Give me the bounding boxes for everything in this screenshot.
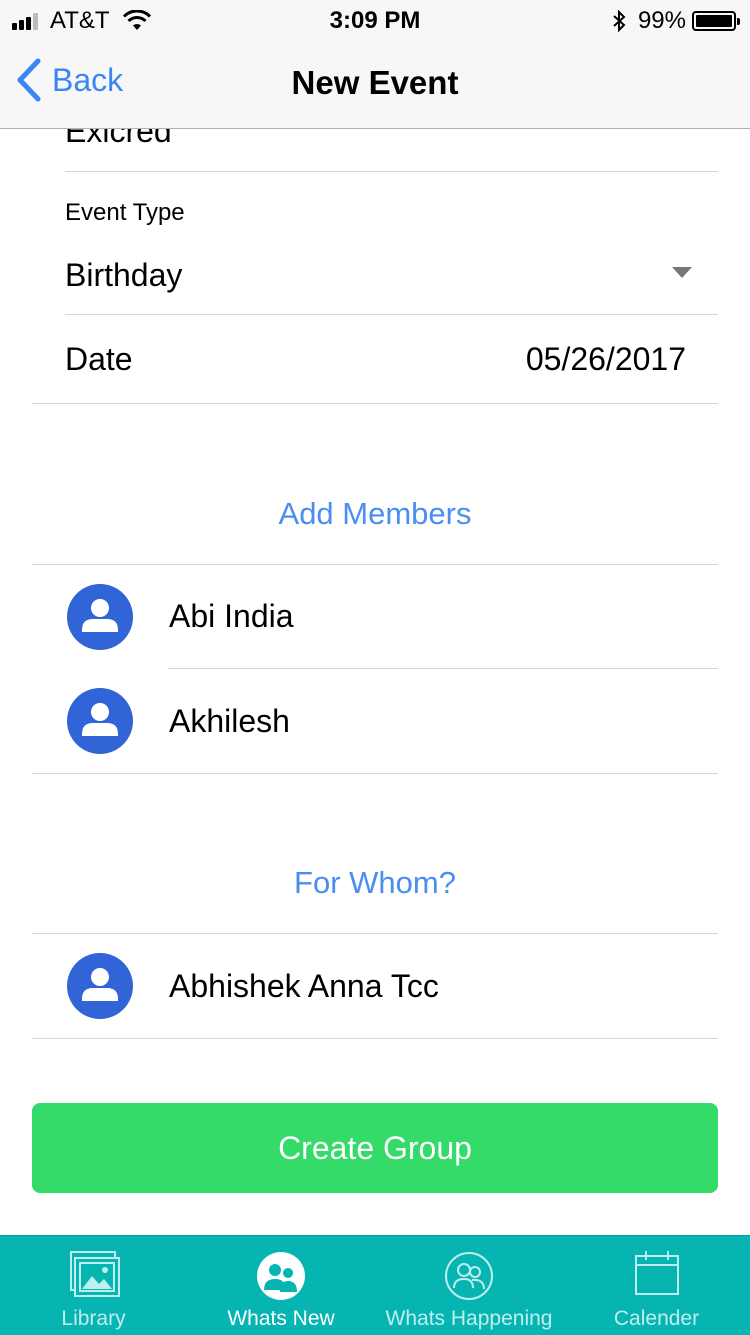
avatar-icon [67, 953, 133, 1019]
divider [65, 171, 718, 172]
member-name: Abi India [169, 598, 294, 634]
for-whom-link[interactable]: For Whom? [0, 865, 750, 901]
whats-new-icon [257, 1252, 305, 1300]
divider [32, 773, 718, 774]
tab-label: Calender [613, 1307, 700, 1330]
event-name-field[interactable]: Exicred [65, 129, 172, 150]
battery-fill [696, 15, 732, 27]
tab-whats-happening[interactable]: Whats Happening [375, 1236, 563, 1335]
member-name: Abhishek Anna Tcc [169, 968, 439, 1004]
library-icon [69, 1251, 120, 1297]
tab-label: Whats Happening [385, 1307, 553, 1330]
status-right: 99% [612, 7, 740, 35]
tab-label: Whats New [227, 1307, 335, 1330]
add-members-link[interactable]: Add Members [0, 496, 750, 532]
for-whom-row[interactable]: Abhishek Anna Tcc [32, 934, 718, 1038]
event-type-select[interactable]: Birthday [65, 249, 718, 309]
tab-bar: Library Whats New Whats Happening Calend… [0, 1235, 750, 1335]
bluetooth-icon [613, 10, 626, 32]
dropdown-arrow-icon [672, 267, 692, 278]
member-row[interactable]: Abi India [32, 565, 718, 668]
page-title: New Event [291, 64, 459, 101]
divider [32, 403, 718, 404]
nav-bar: Back New Event [0, 40, 750, 129]
event-type-value: Birthday [65, 257, 183, 293]
battery-icon [692, 11, 740, 31]
status-bar: AT&T 3:09 PM 99% [0, 0, 750, 40]
member-name: Akhilesh [169, 703, 290, 739]
tab-calender[interactable]: Calender [563, 1236, 750, 1335]
date-value: 05/26/2017 [525, 341, 686, 377]
date-label: Date [65, 341, 133, 377]
create-group-button[interactable]: Create Group [32, 1103, 718, 1193]
avatar-icon [67, 584, 133, 650]
member-row[interactable]: Akhilesh [32, 669, 718, 773]
event-type-label: Event Type [65, 199, 185, 226]
tab-label: Library [61, 1307, 126, 1330]
whats-happening-icon [445, 1252, 493, 1300]
date-row[interactable]: Date 05/26/2017 [32, 315, 718, 403]
avatar-icon [67, 688, 133, 754]
scroll-content[interactable]: Exicred Event Type Birthday Date 05/26/2… [0, 129, 750, 1235]
calendar-icon [634, 1251, 679, 1295]
battery-percent: 99% [637, 7, 686, 34]
tab-whats-new[interactable]: Whats New [187, 1236, 375, 1335]
divider [32, 1038, 718, 1039]
tab-library[interactable]: Library [0, 1236, 187, 1335]
